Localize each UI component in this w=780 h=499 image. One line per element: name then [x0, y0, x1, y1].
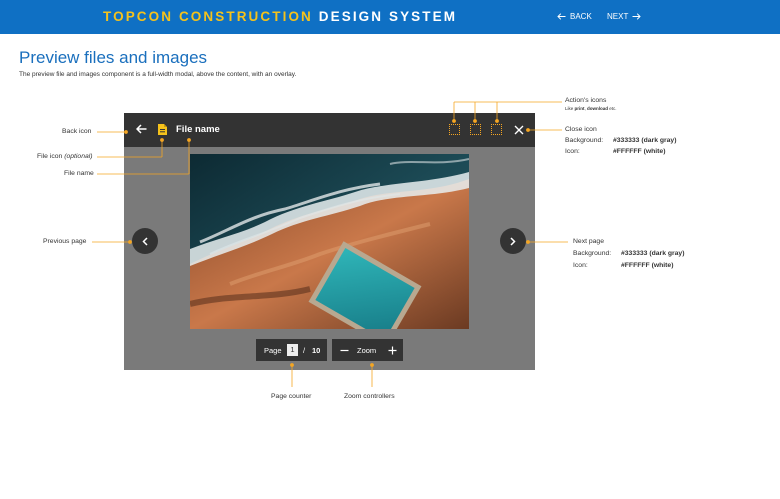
annotation-next-bg-value: #333333 (dark gray)	[621, 250, 684, 257]
annotation-close-bg-value: #333333 (dark gray)	[613, 137, 676, 144]
annotation-actions-note: Like print, download etc.	[565, 106, 617, 111]
annotation-file-icon-text: File icon	[37, 153, 65, 160]
annotation-previous-page: Previous page	[43, 238, 87, 245]
close-bg-value: #333333 (dark gray)	[613, 137, 677, 144]
annotation-actions-title: Action's icons	[565, 97, 607, 104]
note-suffix: etc.	[608, 106, 617, 111]
annotation-next-bg-label: Background:	[573, 250, 612, 257]
next-icon-value: #FFFFFF (white)	[621, 262, 674, 269]
annotation-next-title: Next page	[573, 238, 604, 245]
annotation-file-icon-optional: (optional)	[64, 153, 93, 160]
annotation-page-counter: Page counter	[271, 393, 312, 400]
note-print: print	[574, 106, 585, 111]
annotation-close-bg-label: Background:	[565, 137, 604, 144]
annotation-next-icon-label: Icon:	[573, 262, 588, 269]
annotation-close-title: Close icon	[565, 126, 597, 133]
annotation-close-icon-label: Icon:	[565, 148, 580, 155]
annotation-back-icon: Back icon	[62, 128, 92, 135]
annotation-zoom-controllers: Zoom controllers	[344, 393, 395, 400]
annotation-file-name: File name	[64, 170, 94, 177]
note-download: download	[587, 106, 609, 111]
annotation-file-icon: File icon (optional)	[37, 153, 93, 160]
annotation-next-icon-value: #FFFFFF (white)	[621, 262, 673, 269]
annotation-close-icon-value: #FFFFFF (white)	[613, 148, 665, 155]
note-prefix: Like	[565, 106, 575, 111]
next-bg-value: #333333 (dark gray)	[621, 250, 685, 257]
close-icon-value: #FFFFFF (white)	[613, 148, 666, 155]
